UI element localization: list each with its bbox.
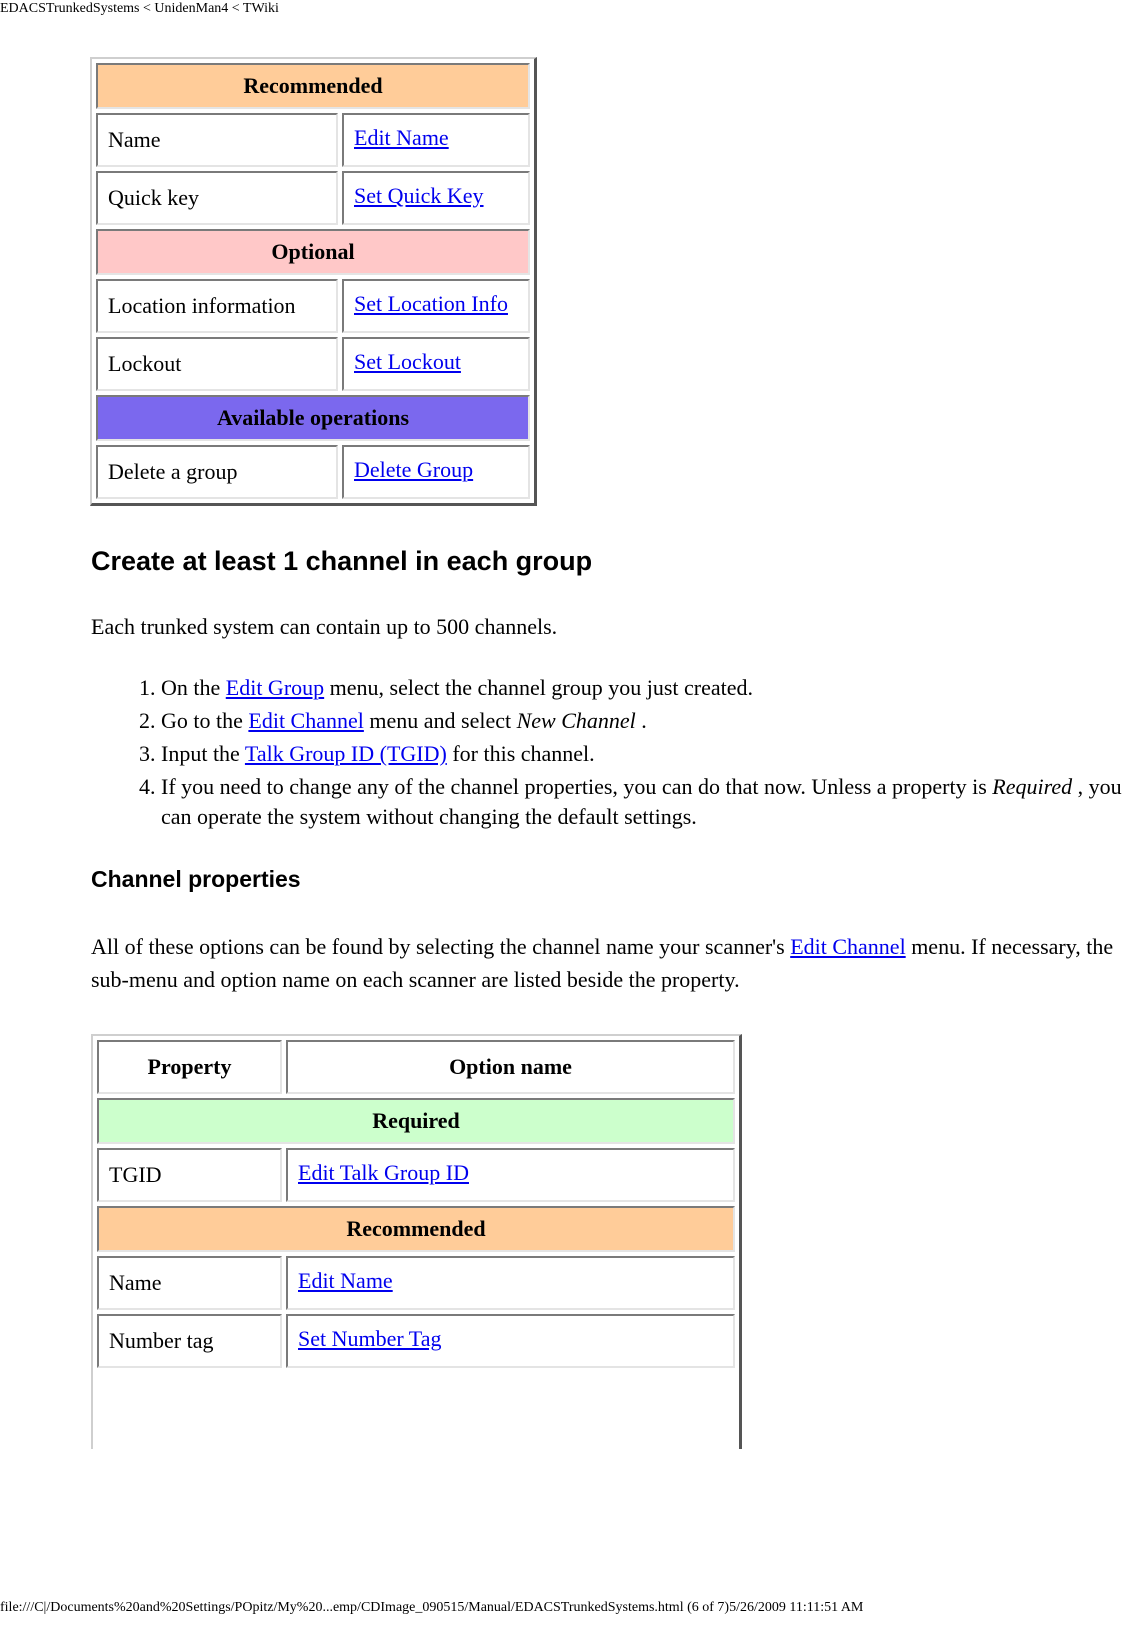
group-properties-table: Recommended Name Edit Name Quick key Set… [90, 57, 537, 506]
column-header-property: Property [97, 1040, 282, 1094]
list-item: If you need to change any of the channel… [161, 772, 1131, 832]
table-row: Number tag Set Number Tag [97, 1314, 735, 1368]
property-cell: Delete a group [96, 445, 338, 499]
set-lockout-link[interactable]: Set Lockout [354, 349, 461, 374]
table-row: Name Edit Name [97, 1256, 735, 1310]
table-row: Name Edit Name [96, 113, 530, 167]
set-quick-key-link[interactable]: Set Quick Key [354, 183, 484, 208]
section-row-required: Required [97, 1098, 735, 1144]
page-content: Recommended Name Edit Name Quick key Set… [90, 57, 1131, 1463]
edit-talk-group-id-link[interactable]: Edit Talk Group ID [298, 1160, 469, 1185]
property-cell: Name [96, 113, 338, 167]
section-heading-create-channel: Create at least 1 channel in each group [91, 546, 593, 576]
section-row-recommended: Recommended [96, 63, 530, 109]
table-row-continued [97, 1372, 735, 1456]
property-cell: Location information [96, 279, 338, 333]
table-row: TGID Edit Talk Group ID [97, 1148, 735, 1202]
edit-channel-link[interactable]: Edit Channel [790, 934, 905, 959]
property-cell: Number tag [97, 1314, 282, 1368]
section-header-required: Required [97, 1098, 735, 1144]
section-header-recommended: Recommended [96, 63, 530, 109]
table-row: Location information Set Location Info [96, 279, 530, 333]
column-header-row: Property Option name [97, 1040, 735, 1094]
section-header-recommended: Recommended [97, 1206, 735, 1252]
properties-paragraph: All of these options can be found by sel… [91, 934, 1114, 992]
section-row-available-operations: Available operations [96, 395, 530, 441]
steps-list: On the Edit Group menu, select the chann… [91, 673, 1131, 832]
new-channel-term: New Channel [516, 708, 636, 733]
property-cell: Name [97, 1256, 282, 1310]
property-cell: Quick key [96, 171, 338, 225]
page-footer: file:///C|/Documents%20and%20Settings/PO… [0, 1600, 864, 1615]
edit-group-link[interactable]: Edit Group [226, 675, 324, 700]
table-row: Lockout Set Lockout [96, 337, 530, 391]
table-row: Delete a group Delete Group [96, 445, 530, 499]
edit-channel-link[interactable]: Edit Channel [248, 708, 363, 733]
section-header-available-operations: Available operations [96, 395, 530, 441]
section-row-recommended: Recommended [97, 1206, 735, 1252]
table-row: Quick key Set Quick Key [96, 171, 530, 225]
required-term: Required [992, 774, 1073, 799]
page-break-mask [0, 1449, 1138, 1589]
section-header-optional: Optional [96, 229, 530, 275]
delete-group-link[interactable]: Delete Group [354, 457, 473, 482]
section-heading-channel-properties: Channel properties [91, 866, 301, 892]
set-location-info-link[interactable]: Set Location Info [354, 291, 508, 316]
intro-paragraph: Each trunked system can contain up to 50… [91, 614, 558, 639]
set-number-tag-link[interactable]: Set Number Tag [298, 1326, 441, 1351]
edit-name-link[interactable]: Edit Name [298, 1268, 393, 1293]
list-item: On the Edit Group menu, select the chann… [161, 673, 1131, 703]
channel-properties-table: Property Option name Required TGID Edit … [91, 1034, 742, 1463]
property-cell: Lockout [96, 337, 338, 391]
column-header-option-name: Option name [286, 1040, 735, 1094]
edit-name-link[interactable]: Edit Name [354, 125, 449, 150]
property-cell: TGID [97, 1148, 282, 1202]
list-item: Input the Talk Group ID (TGID) for this … [161, 739, 1131, 769]
list-item: Go to the Edit Channel menu and select N… [161, 706, 1131, 736]
section-row-optional: Optional [96, 229, 530, 275]
talk-group-id-link[interactable]: Talk Group ID (TGID) [245, 741, 447, 766]
page-header: EDACSTrunkedSystems < UnidenMan4 < TWiki [0, 1, 279, 16]
